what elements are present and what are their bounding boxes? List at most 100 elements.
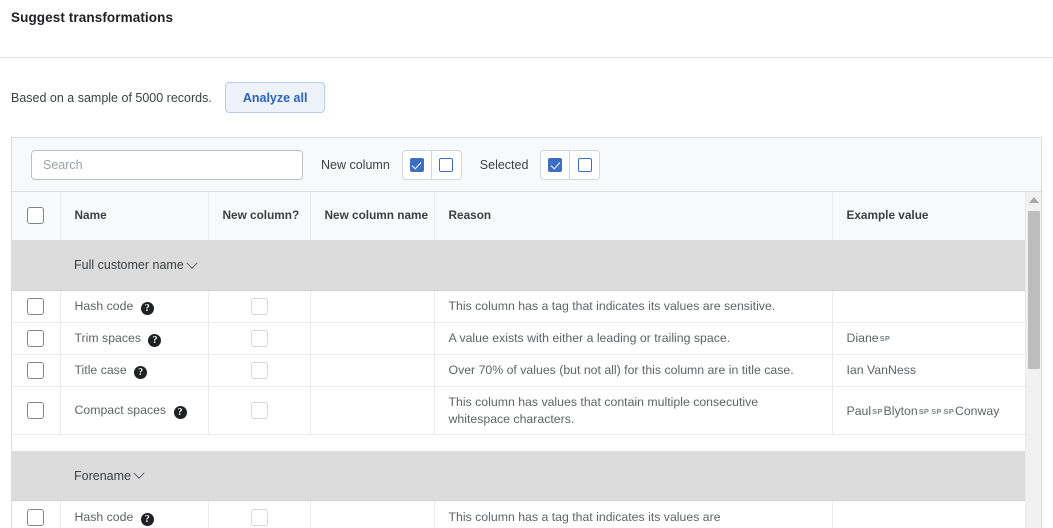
checked-checkbox-icon [548,158,562,172]
title-divider [0,57,1053,58]
row-select-checkbox[interactable] [27,330,44,347]
row-select-checkbox[interactable] [27,509,44,526]
suggestions-table: Name New column? New column name Reason … [12,192,1026,528]
chevron-down-icon[interactable] [186,257,197,268]
row-example-value-cell: DianeSP [832,322,1026,354]
column-header-new-column-name[interactable]: New column name [310,192,434,240]
select-all-checkbox[interactable] [27,207,44,224]
row-new-column-cell [208,290,310,322]
filter-new-column: New column [321,150,462,180]
row-select-checkbox[interactable] [27,402,44,419]
column-header-reason[interactable]: Reason [434,192,832,240]
example-value-text: Diane [847,331,879,345]
column-header-name[interactable]: Name [60,192,208,240]
filter-selected-buttons [540,150,600,180]
row-name-cell: Hash code ? [60,290,208,322]
row-new-column-checkbox[interactable] [251,509,268,526]
help-icon[interactable]: ? [134,366,147,379]
suggest-transformations-page: Suggest transformations Based on a sampl… [0,0,1053,528]
search-input[interactable] [31,150,303,180]
row-new-column-name-cell[interactable] [310,355,434,387]
row-select-cell [12,290,60,322]
select-all-header [12,192,60,240]
row-reason-cell: Over 70% of values (but not all) for thi… [434,355,832,387]
filter-new-column-unchecked-button[interactable] [432,150,462,180]
table-row[interactable]: Trim spaces ? A value exists with either … [12,322,1026,354]
row-new-column-name-cell[interactable] [310,387,434,435]
vertical-scrollbar[interactable] [1025,192,1041,528]
column-header-example-value[interactable]: Example value [832,192,1026,240]
scrollbar-thumb[interactable] [1028,211,1040,369]
space-marker-icon: SP [919,407,929,417]
unchecked-checkbox-icon [578,158,592,172]
group-header-label-cell[interactable]: Forename [60,451,1026,501]
space-marker-icon: SP [931,407,941,417]
row-new-column-checkbox[interactable] [251,298,268,315]
row-new-column-cell [208,322,310,354]
filter-new-column-checked-button[interactable] [402,150,432,180]
row-name-label: Hash code [75,510,134,524]
column-header-new-column[interactable]: New column? [208,192,310,240]
row-new-column-checkbox[interactable] [251,402,268,419]
row-select-cell [12,355,60,387]
table-body: Full customer name Hash code ? This column… [12,240,1026,528]
row-select-cell [12,387,60,435]
row-new-column-name-cell[interactable] [310,290,434,322]
example-value-text: Blyton [884,404,918,418]
space-marker-icon: SP [880,334,890,344]
filter-selected-checked-button[interactable] [540,150,570,180]
suggestions-panel: New column Selected [11,137,1042,528]
table-row[interactable]: Hash code ? This column has a tag that in… [12,290,1026,322]
row-select-checkbox[interactable] [27,362,44,379]
table-row[interactable]: Title case ? Over 70% of values (but not … [12,355,1026,387]
table-row[interactable]: Compact spaces ?This column has values t… [12,387,1026,435]
row-example-value-cell [832,290,1026,322]
row-new-column-checkbox[interactable] [251,362,268,379]
scroll-up-arrow-icon[interactable] [1026,192,1042,208]
page-title: Suggest transformations [11,10,173,25]
suggestions-table-wrapper: Name New column? New column name Reason … [12,192,1041,528]
row-reason-cell: A value exists with either a leading or … [434,322,832,354]
row-reason-cell: This column has a tag that indicates its… [434,290,832,322]
group-spacer-cell [12,435,1026,451]
filter-selected-unchecked-button[interactable] [570,150,600,180]
example-value-text: Ian VanNess [847,363,917,377]
sample-text: Based on a sample of 5000 records. [11,91,212,105]
group-spacer-row [12,435,1026,451]
example-value-text: Conway [955,404,999,418]
row-new-column-checkbox[interactable] [251,330,268,347]
sample-summary-row: Based on a sample of 5000 records. Analy… [11,82,325,113]
group-header-row[interactable]: Forename [12,451,1026,501]
help-icon[interactable]: ? [141,302,154,315]
row-new-column-cell [208,387,310,435]
row-name-cell: Trim spaces ? [60,322,208,354]
space-marker-icon: SP [872,407,882,417]
row-name-label: Title case [75,363,127,377]
group-header-label: Forename [74,469,131,483]
help-icon[interactable]: ? [174,406,187,419]
group-header-label: Full customer name [74,258,184,272]
row-example-value-cell [832,501,1026,528]
row-new-column-name-cell[interactable] [310,322,434,354]
row-example-value-cell: PaulSPBlytonSPSPSPConway [832,387,1026,435]
row-select-cell [12,322,60,354]
group-header-row[interactable]: Full customer name [12,240,1026,290]
row-select-checkbox[interactable] [27,298,44,315]
group-header-label-cell[interactable]: Full customer name [60,240,1026,290]
table-row[interactable]: Hash code ? This column has a tag that in… [12,501,1026,528]
row-name-cell: Compact spaces ? [60,387,208,435]
row-reason-cell: This column has a tag that indicates its… [434,501,832,528]
unchecked-checkbox-icon [439,158,453,172]
filter-selected-label: Selected [480,158,529,172]
chevron-down-icon[interactable] [133,468,144,479]
row-example-value-cell: Ian VanNess [832,355,1026,387]
help-icon[interactable]: ? [148,334,161,347]
analyze-all-button[interactable]: Analyze all [225,82,326,113]
row-name-label: Compact spaces [75,403,167,417]
row-new-column-name-cell[interactable] [310,501,434,528]
filter-selected: Selected [480,150,601,180]
filter-new-column-buttons [402,150,462,180]
space-marker-icon: SP [944,407,954,417]
help-icon[interactable]: ? [141,513,154,526]
filter-new-column-label: New column [321,158,390,172]
